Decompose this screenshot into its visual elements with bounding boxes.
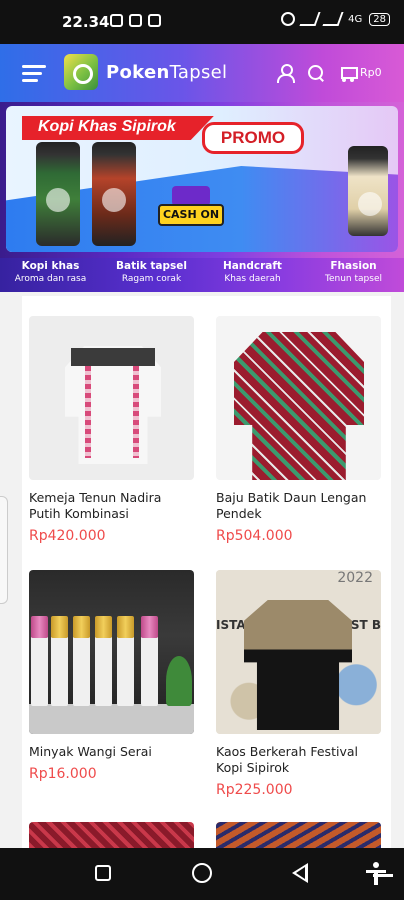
product-price: Rp420.000: [29, 528, 106, 544]
category-subtitle: Ragam corak: [121, 274, 182, 284]
coffee-bag-image: [348, 146, 388, 236]
product-card[interactable]: Kemeja Tenun Nadira Putih Kombinasi Rp42…: [29, 316, 194, 544]
status-bar: 22.34 4G 28: [0, 0, 404, 44]
perfume-bottle: [95, 616, 112, 706]
product-name[interactable]: Baju Batik Daun Lengan Pendek: [216, 490, 381, 522]
category-kopi[interactable]: Kopi khas Aroma dan rasa: [0, 258, 101, 292]
signal-icon: [299, 12, 321, 26]
system-nav-bar: [0, 848, 404, 900]
accessibility-icon[interactable]: [366, 862, 386, 886]
perfume-bottle: [51, 616, 68, 706]
back-icon[interactable]: [292, 863, 308, 883]
category-subtitle: Tenun tapsel: [325, 274, 382, 284]
promo-banner[interactable]: Kopi Khas Sipirok PROMO CASH ON: [0, 102, 404, 258]
coffee-bag-image: [92, 142, 136, 246]
account-icon[interactable]: [276, 64, 295, 83]
network-badge: 4G: [348, 13, 363, 25]
polo-shirt: [244, 600, 352, 730]
cart-total[interactable]: Rp0: [360, 66, 382, 79]
banner-title: Kopi Khas Sipirok: [22, 116, 214, 140]
truck-icon: [172, 186, 210, 206]
product-price: Rp225.000: [216, 782, 293, 798]
category-title: Handcraft: [223, 260, 282, 272]
product-price: Rp504.000: [216, 528, 293, 544]
product-card[interactable]: 2022 ISTA AST B Kaos Berkerah Festival K…: [216, 570, 381, 798]
product-image[interactable]: [29, 316, 194, 480]
kaos-print-year: 2022: [337, 570, 373, 586]
home-icon[interactable]: [192, 863, 212, 883]
shelf: [29, 704, 194, 734]
product-grid: Kemeja Tenun Nadira Putih Kombinasi Rp42…: [22, 296, 391, 856]
image-icon: [110, 14, 123, 27]
brand-bold: Poken: [106, 62, 170, 83]
product-name[interactable]: Kemeja Tenun Nadira Putih Kombinasi: [29, 490, 194, 522]
cash-on-delivery-badge: CASH ON: [158, 186, 224, 234]
mail-icon: [148, 14, 161, 27]
kaos-print-left: ISTA: [216, 618, 246, 632]
search-icon[interactable]: [307, 64, 325, 82]
side-drawer-handle[interactable]: [0, 496, 8, 604]
category-title: Fhasion: [330, 260, 377, 272]
product-card[interactable]: Minyak Wangi Serai Rp16.000: [29, 570, 194, 782]
product-image[interactable]: [29, 570, 194, 734]
category-fashion[interactable]: Fhasion Tenun tapsel: [303, 258, 404, 292]
product-card[interactable]: Baju Batik Daun Lengan Pendek Rp504.000: [216, 316, 381, 544]
system-tray: 4G 28: [281, 12, 390, 26]
shirt-stripe: [85, 366, 91, 458]
promo-badge: PROMO: [202, 122, 304, 154]
product-image[interactable]: 2022 ISTA AST B: [216, 570, 381, 734]
category-title: Batik tapsel: [116, 260, 187, 272]
perfume-bottle: [141, 616, 158, 706]
logo-icon[interactable]: [64, 54, 98, 90]
app-header: PokenTapsel Rp0: [0, 44, 404, 102]
coffee-bag-image: [36, 142, 80, 246]
plant: [166, 656, 192, 706]
category-strip: Kopi khas Aroma dan rasa Batik tapsel Ra…: [0, 258, 404, 292]
category-subtitle: Khas daerah: [224, 274, 281, 284]
cart-icon[interactable]: [338, 64, 358, 82]
shirt-yoke: [71, 348, 155, 366]
signal-icon-2: [322, 12, 344, 26]
location-icon: [281, 12, 296, 26]
product-name[interactable]: Kaos Berkerah Festival Kopi Sipirok: [216, 744, 381, 776]
category-subtitle: Aroma dan rasa: [14, 274, 87, 284]
product-name[interactable]: Minyak Wangi Serai: [29, 744, 194, 760]
banner-image: Kopi Khas Sipirok PROMO CASH ON: [6, 106, 398, 252]
category-handcraft[interactable]: Handcraft Khas daerah: [202, 258, 303, 292]
brand-name[interactable]: PokenTapsel: [106, 62, 227, 83]
category-title: Kopi khas: [21, 260, 80, 272]
notification-icons: [110, 14, 161, 27]
shirt-stripe: [133, 366, 139, 458]
category-batik[interactable]: Batik tapsel Ragam corak: [101, 258, 202, 292]
cod-label: CASH ON: [158, 204, 224, 226]
product-image[interactable]: [216, 316, 381, 480]
recents-icon[interactable]: [95, 865, 111, 881]
screen-record-icon: [129, 14, 142, 27]
perfume-bottle: [117, 616, 134, 706]
status-time: 22.34: [62, 13, 110, 31]
battery-icon: 28: [369, 12, 390, 26]
product-price: Rp16.000: [29, 766, 97, 782]
hamburger-menu-icon[interactable]: [22, 63, 46, 83]
perfume-bottle: [73, 616, 90, 706]
batik-shirt: [234, 332, 364, 480]
perfume-bottle: [31, 616, 48, 706]
brand-light: Tapsel: [169, 62, 228, 83]
